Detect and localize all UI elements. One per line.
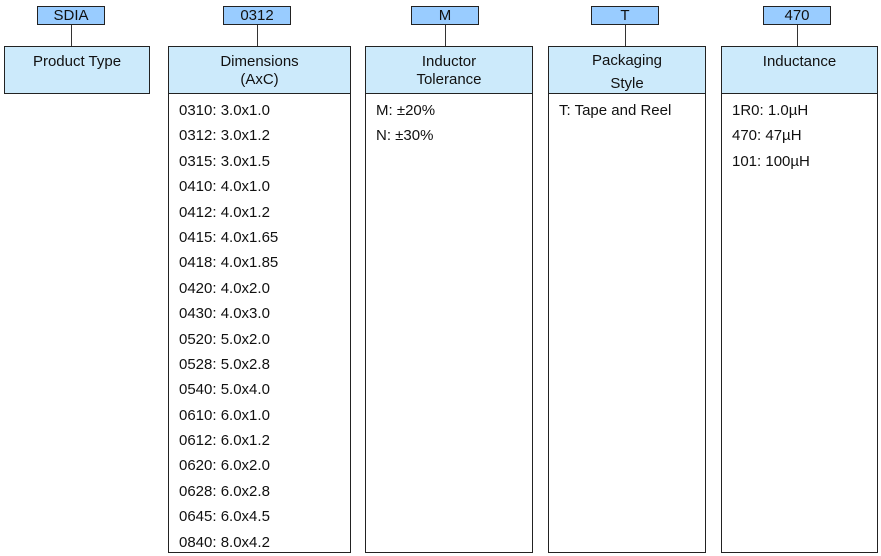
list-item: 0412: 4.0x1.2 xyxy=(179,203,270,221)
list-item: 0528: 5.0x2.8 xyxy=(179,355,270,373)
list-item: 0840: 8.0x4.2 xyxy=(179,533,270,551)
column-header-dimensions: Dimensions (AxC) xyxy=(168,46,351,94)
column-inductance: Inductance 1R0: 1.0µH 470: 47µH 101: 100µH xyxy=(721,46,878,553)
list-item: 0312: 3.0x1.2 xyxy=(179,127,270,145)
code-box-product-type: SDIA xyxy=(37,6,105,25)
list-item: 0612: 6.0x1.2 xyxy=(179,432,270,450)
column-body-inductor-tolerance: M: ±20% N: ±30% xyxy=(365,94,533,553)
list-item: 0610: 6.0x1.0 xyxy=(179,406,270,424)
column-product-type: Product Type xyxy=(4,46,150,94)
header-line: Style xyxy=(610,75,644,92)
list-item: 0430: 4.0x3.0 xyxy=(179,305,270,323)
column-body-inductance: 1R0: 1.0µH 470: 47µH 101: 100µH xyxy=(721,94,878,553)
code-box-inductor-tolerance: M xyxy=(411,6,479,25)
column-header-inductor-tolerance: Inductor Tolerance xyxy=(365,46,533,94)
column-header-inductance: Inductance xyxy=(721,46,878,94)
column-packaging-style: Packaging Style T: Tape and Reel xyxy=(548,46,706,553)
header-line: Tolerance xyxy=(416,71,482,88)
header-line: Inductance xyxy=(762,53,837,70)
list-item: 0410: 4.0x1.0 xyxy=(179,178,270,196)
connector-line-inductor-tolerance xyxy=(445,25,446,46)
list-item: 0645: 6.0x4.5 xyxy=(179,508,270,526)
column-header-packaging-style: Packaging Style xyxy=(548,46,706,94)
header-line: Dimensions xyxy=(220,53,299,70)
list-item: 0315: 3.0x1.5 xyxy=(179,152,270,170)
list-item: 0310: 3.0x1.0 xyxy=(179,102,270,119)
list-item: 0418: 4.0x1.85 xyxy=(179,254,279,272)
list-item: 0620: 6.0x2.0 xyxy=(179,457,270,475)
header-line: Inductor xyxy=(421,53,477,70)
list-item: M: ±20% xyxy=(376,102,436,119)
list-item: N: ±30% xyxy=(376,127,434,145)
list-item: 0415: 4.0x1.65 xyxy=(179,228,279,246)
column-dimensions: Dimensions (AxC) 0310: 3.0x1.0 0312: 3.0x1.… xyxy=(168,46,351,553)
column-body-packaging-style: T: Tape and Reel xyxy=(548,94,706,553)
code-box-inductance: 470 xyxy=(763,6,831,25)
list-item: 0520: 5.0x2.0 xyxy=(179,330,270,348)
header-line: (AxC) xyxy=(240,71,279,88)
list-item: 1R0: 1.0µH xyxy=(732,102,809,119)
header-line: Packaging xyxy=(591,52,663,69)
column-body-dimensions: 0310: 3.0x1.0 0312: 3.0x1.2 0315: 3.0x1.5 0… xyxy=(168,94,351,553)
list-item: 0540: 5.0x4.0 xyxy=(179,381,270,399)
list-item: 101: 100µH xyxy=(732,152,810,170)
column-inductor-tolerance: Inductor Tolerance M: ±20% N: ±30% xyxy=(365,46,533,553)
list-item: T: Tape and Reel xyxy=(559,102,672,119)
list-item: 470: 47µH xyxy=(732,127,802,145)
connector-line-product-type xyxy=(71,25,72,46)
list-item: 0628: 6.0x2.8 xyxy=(179,482,270,500)
connector-line-packaging-style xyxy=(625,25,626,46)
code-box-dimensions: 0312 xyxy=(223,6,291,25)
list-item: 0420: 4.0x2.0 xyxy=(179,279,270,297)
header-line: Product Type xyxy=(32,53,122,70)
connector-line-dimensions xyxy=(257,25,258,46)
column-header-product-type: Product Type xyxy=(4,46,150,94)
connector-line-inductance xyxy=(797,25,798,46)
code-box-packaging-style: T xyxy=(591,6,659,25)
